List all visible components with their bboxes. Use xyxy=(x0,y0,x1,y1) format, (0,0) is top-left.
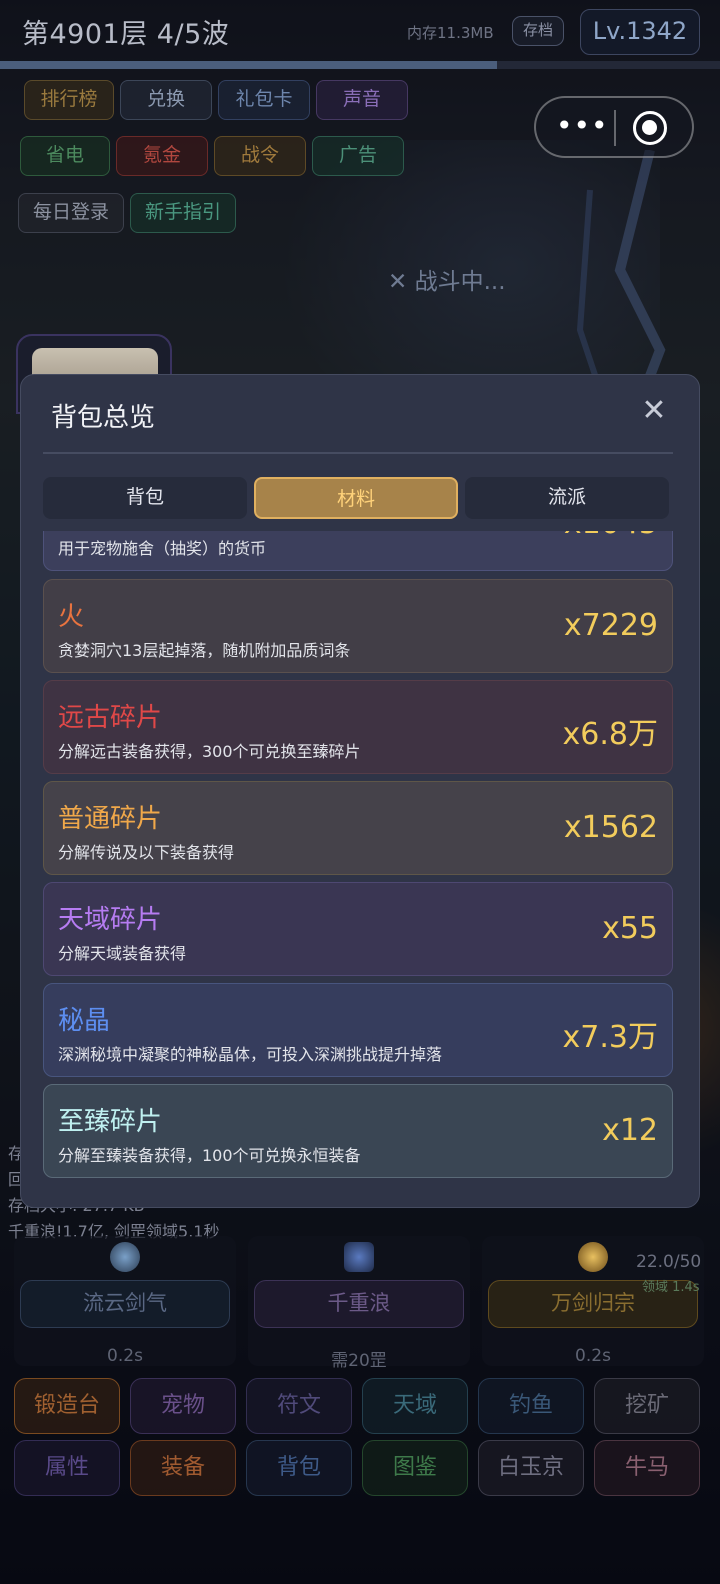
item-name: 天域碎片 xyxy=(58,905,163,935)
skill-button-qianchonglang[interactable]: 千重浪 xyxy=(254,1280,464,1328)
krypton-button[interactable]: 氪金 xyxy=(116,136,208,176)
item-count: x6.8万 xyxy=(562,717,658,752)
tab-backpack[interactable]: 背包 xyxy=(43,477,247,519)
skill-cooldown: 0.2s xyxy=(575,1346,611,1366)
battle-status: ✕ 战斗中... xyxy=(388,269,506,295)
item-count: x12 xyxy=(602,1113,658,1148)
item-name: 至臻碎片 xyxy=(58,1107,163,1137)
capsule-divider xyxy=(614,110,616,146)
item-count: x55 xyxy=(602,911,658,946)
item-name: 火 xyxy=(58,602,85,632)
nav-rune[interactable]: 符文 xyxy=(246,1378,352,1434)
item-count: x1562 xyxy=(563,810,658,845)
battle-pass-button[interactable]: 战令 xyxy=(214,136,306,176)
skill-requirement: 需20罡 xyxy=(331,1351,387,1371)
nav-forge[interactable]: 锻造台 xyxy=(14,1378,120,1434)
floor-wave-title: 第4901层 4/5波 xyxy=(22,19,230,50)
nav-codex[interactable]: 图鉴 xyxy=(362,1440,468,1496)
item-desc: 用于宠物施舍（抽奖）的货币 xyxy=(58,539,267,558)
item-desc: 深渊秘境中凝聚的神秘晶体，可投入深渊挑战提升掉落 xyxy=(58,1045,443,1064)
sound-button[interactable]: 声音 xyxy=(316,80,408,120)
save-button[interactable]: 存档 xyxy=(512,16,564,46)
nav-pet[interactable]: 宠物 xyxy=(130,1378,236,1434)
item-name: 远古碎片 xyxy=(58,703,163,733)
skill-energy-counter: 22.0/50 xyxy=(636,1252,702,1272)
nav-mining[interactable]: 挖矿 xyxy=(594,1378,700,1434)
item-desc: 贪婪洞穴13层起掉落，随机附加品质词条 xyxy=(58,641,351,660)
wave-progress-fill xyxy=(0,61,497,69)
domain-timer: 领域 1.4s xyxy=(642,1280,700,1295)
list-item[interactable]: 秘晶 深渊秘境中凝聚的神秘晶体，可投入深渊挑战提升掉落 x7.3万 xyxy=(43,983,673,1077)
nav-sky-domain[interactable]: 天域 xyxy=(362,1378,468,1434)
vortex-icon xyxy=(110,1242,140,1272)
item-desc: 分解传说及以下装备获得 xyxy=(58,843,235,862)
gift-card-button[interactable]: 礼包卡 xyxy=(218,80,310,120)
exchange-button[interactable]: 兑换 xyxy=(120,80,212,120)
item-desc: 分解远古装备获得，300个可兑换至臻碎片 xyxy=(58,742,361,761)
daily-login-button[interactable]: 每日登录 xyxy=(18,193,124,233)
guide-button[interactable]: 新手指引 xyxy=(130,193,236,233)
modal-divider xyxy=(43,452,673,454)
nav-niuma[interactable]: 牛马 xyxy=(594,1440,700,1496)
skill-cooldown: 0.2s xyxy=(107,1346,143,1366)
item-count: x1045 xyxy=(564,531,658,541)
item-desc: 分解至臻装备获得，100个可兑换永恒装备 xyxy=(58,1146,361,1165)
tab-school[interactable]: 流派 xyxy=(465,477,669,519)
materials-list[interactable]: 用于宠物施舍（抽奖）的货币 x1045 火 贪婪洞穴13层起掉落，随机附加品质词… xyxy=(43,531,673,1183)
item-count: x7229 xyxy=(563,608,658,643)
list-item[interactable]: 火 贪婪洞穴13层起掉落，随机附加品质词条 x7229 xyxy=(43,579,673,673)
modal-title: 背包总览 xyxy=(51,403,156,433)
list-item[interactable]: 普通碎片 分解传说及以下装备获得 x1562 xyxy=(43,781,673,875)
item-desc: 分解天域装备获得 xyxy=(58,944,187,963)
wave-progress-bar xyxy=(0,61,720,69)
list-item[interactable]: 天域碎片 分解天域装备获得 x55 xyxy=(43,882,673,976)
sword-sun-icon xyxy=(578,1242,608,1272)
list-item[interactable]: 用于宠物施舍（抽奖）的货币 x1045 xyxy=(43,531,673,571)
backpack-overview-modal: 背包总览 ✕ 背包 材料 流派 用于宠物施舍（抽奖）的货币 x1045 火 贪婪… xyxy=(20,374,700,1208)
list-item[interactable]: 至臻碎片 分解至臻装备获得，100个可兑换永恒装备 x12 xyxy=(43,1084,673,1178)
list-item[interactable]: 远古碎片 分解远古装备获得，300个可兑换至臻碎片 x6.8万 xyxy=(43,680,673,774)
memory-usage: 内存11.3MB xyxy=(407,24,494,42)
power-save-button[interactable]: 省电 xyxy=(20,136,110,176)
nav-baiyujing[interactable]: 白玉京 xyxy=(478,1440,584,1496)
tab-materials[interactable]: 材料 xyxy=(254,477,458,519)
target-icon[interactable] xyxy=(633,111,667,145)
nav-attributes[interactable]: 属性 xyxy=(14,1440,120,1496)
ads-button[interactable]: 广告 xyxy=(312,136,404,176)
more-dots-icon[interactable]: ••• xyxy=(556,112,608,140)
item-count: x7.3万 xyxy=(562,1020,658,1055)
close-icon[interactable]: ✕ xyxy=(639,396,669,427)
nav-equipment[interactable]: 装备 xyxy=(130,1440,236,1496)
nav-backpack[interactable]: 背包 xyxy=(246,1440,352,1496)
level-badge[interactable]: Lv.1342 xyxy=(580,9,700,55)
skill-button-liuyun[interactable]: 流云剑气 xyxy=(20,1280,230,1328)
rank-button[interactable]: 排行榜 xyxy=(24,80,114,120)
nav-fishing[interactable]: 钓鱼 xyxy=(478,1378,584,1434)
item-name: 普通碎片 xyxy=(58,804,163,834)
miniprogram-capsule: ••• xyxy=(534,96,694,158)
item-name: 秘晶 xyxy=(58,1006,111,1036)
wave-icon xyxy=(344,1242,374,1272)
